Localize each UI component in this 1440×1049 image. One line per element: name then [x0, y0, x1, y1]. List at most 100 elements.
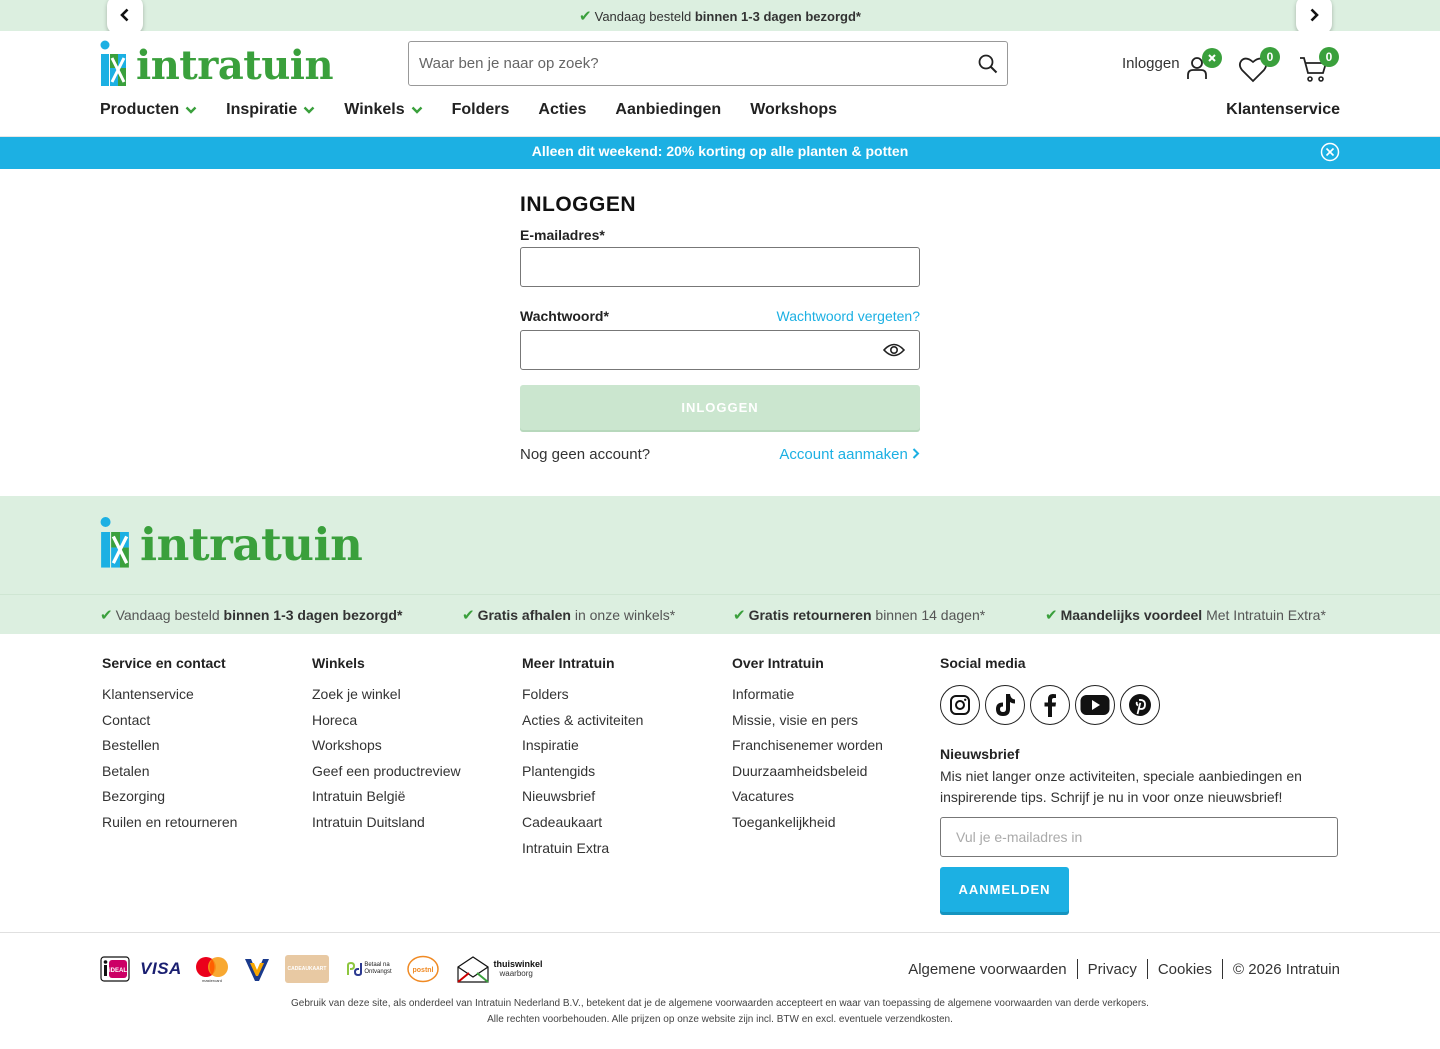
nav-klantenservice[interactable]: Klantenservice — [1226, 101, 1340, 119]
footer-col-over: Over Intratuin Informatie Missie, visie … — [732, 655, 883, 836]
footer-link[interactable]: Ruilen en retourneren — [102, 810, 237, 836]
usp-returns: ✔ Gratis retourneren binnen 14 dagen* — [733, 607, 986, 624]
password-field[interactable] — [521, 331, 919, 369]
footer-link[interactable]: Workshops — [312, 733, 461, 759]
footer-link[interactable]: Bestellen — [102, 733, 237, 759]
check-icon: ✔ — [462, 607, 475, 624]
newsletter-email-input[interactable] — [941, 818, 1337, 856]
footer-link[interactable]: Vacatures — [732, 784, 883, 810]
footer-link[interactable]: Betalen — [102, 759, 237, 785]
postnl-icon: postnl — [407, 955, 439, 983]
footer-link[interactable]: Cadeaukaart — [522, 810, 643, 836]
youtube-link[interactable] — [1075, 685, 1115, 725]
thuiswinkel-icon — [457, 956, 490, 983]
footer-col-winkels: Winkels Zoek je winkel Horeca Workshops … — [312, 655, 461, 836]
mastercard-logo: mastercard — [193, 954, 231, 984]
email-field[interactable] — [521, 248, 919, 286]
cart-count-badge: 0 — [1319, 47, 1339, 67]
instagram-link[interactable] — [940, 685, 980, 725]
footer-link[interactable]: Toegankelijkheid — [732, 810, 883, 836]
footer-link[interactable]: Intratuin Extra — [522, 836, 643, 862]
nav-folders[interactable]: Folders — [452, 101, 510, 119]
nav-acties[interactable]: Acties — [538, 101, 586, 119]
nav-inspiratie[interactable]: Inspiratie — [226, 101, 315, 119]
login-submit-button[interactable]: INLOGGEN — [520, 385, 920, 430]
footer-link[interactable]: Contact — [102, 708, 237, 734]
nav-producten[interactable]: Producten — [100, 101, 197, 119]
nav-winkels[interactable]: Winkels — [344, 101, 422, 119]
footer-link[interactable]: Horeca — [312, 708, 461, 734]
social-icons — [940, 685, 1160, 725]
footer-link[interactable]: Geef een productreview — [312, 759, 461, 785]
nav-aanbiedingen[interactable]: Aanbiedingen — [615, 101, 721, 119]
email-label: E-mailadres* — [520, 227, 605, 243]
footer-link[interactable]: Klantenservice — [102, 682, 237, 708]
site-header: intratuin Inloggen 0 0 Producten Inspira… — [0, 31, 1440, 137]
footer-link[interactable]: Franchisenemer worden — [732, 733, 883, 759]
footer-logo-band: intratuin — [0, 496, 1440, 594]
cart-button[interactable]: 0 — [1299, 47, 1339, 88]
intratuin-logo[interactable]: intratuin — [100, 40, 334, 86]
footer-col-title: Winkels — [312, 655, 365, 671]
search-input[interactable] — [409, 42, 949, 85]
wishlist-button[interactable]: 0 — [1238, 47, 1280, 88]
footer-link[interactable]: Intratuin België — [312, 784, 461, 810]
account-button[interactable] — [1186, 48, 1222, 85]
facebook-link[interactable] — [1030, 685, 1070, 725]
postnl-logo: postnl — [407, 954, 439, 984]
footer-col-title: Over Intratuin — [732, 655, 824, 671]
close-circle-icon[interactable] — [1320, 142, 1340, 162]
footer-col-meer: Meer Intratuin Folders Acties & activite… — [522, 655, 643, 861]
tiktok-link[interactable] — [985, 685, 1025, 725]
create-account-link[interactable]: Account aanmaken — [779, 446, 920, 463]
main-nav: Producten Inspiratie Winkels Folders Act… — [100, 101, 866, 119]
usp-next-button[interactable] — [1296, 0, 1332, 34]
facebook-icon — [1044, 694, 1056, 717]
forgot-password-link[interactable]: Wachtwoord vergeten? — [777, 308, 920, 328]
link-separator — [1076, 959, 1078, 979]
footer-link[interactable]: Missie, visie en pers — [732, 708, 883, 734]
footer-link[interactable]: Acties & activiteiten — [522, 708, 643, 734]
login-link[interactable]: Inloggen — [1122, 55, 1180, 72]
footer-link[interactable]: Duurzaamheidsbeleid — [732, 759, 883, 785]
footer-link[interactable]: Bezorging — [102, 784, 237, 810]
usp-delivery: ✔ Vandaag besteld binnen 1-3 dagen bezorg… — [100, 607, 403, 624]
footer-link[interactable]: Intratuin Duitsland — [312, 810, 461, 836]
newsletter-submit-button[interactable]: AANMELDEN — [940, 867, 1069, 912]
footer-link[interactable]: Informatie — [732, 682, 883, 708]
promo-text[interactable]: Alleen dit weekend: 20% korting op alle … — [532, 143, 909, 159]
newsletter-input-box — [940, 817, 1338, 857]
search-icon[interactable] — [977, 53, 999, 75]
nav-workshops[interactable]: Workshops — [750, 101, 837, 119]
footer-link[interactable]: Folders — [522, 682, 643, 708]
afterpay-logo: Betaal na Ontvangst — [342, 954, 396, 984]
login-title: INLOGGEN — [520, 193, 637, 216]
check-icon: ✔ — [579, 8, 592, 25]
privacy-link[interactable]: Privacy — [1088, 961, 1137, 978]
login-form: INLOGGEN E-mailadres* Wachtwoord* Wachtw… — [520, 193, 920, 463]
terms-link[interactable]: Algemene voorwaarden — [908, 961, 1066, 978]
logo-mark-icon — [100, 40, 126, 86]
promo-banner: Alleen dit weekend: 20% korting op alle … — [0, 137, 1440, 169]
chevron-down-icon — [411, 106, 422, 114]
password-label: Wachtwoord* — [520, 308, 609, 324]
usp-message: ✔ Vandaag besteld binnen 1-3 dagen bezorg… — [579, 8, 861, 25]
password-label-row: Wachtwoord* Wachtwoord vergeten? — [520, 308, 920, 328]
disclaimer-line-1: Gebruik van deze site, als onderdeel van… — [291, 998, 1149, 1009]
check-icon: ✔ — [733, 607, 746, 624]
youtube-icon — [1080, 695, 1110, 715]
instagram-icon — [950, 695, 970, 715]
footer-usp-bar: ✔ Vandaag besteld binnen 1-3 dagen bezorg… — [0, 594, 1440, 634]
cookies-link[interactable]: Cookies — [1158, 961, 1212, 978]
pinterest-link[interactable] — [1120, 685, 1160, 725]
footer-link[interactable]: Plantengids — [522, 759, 643, 785]
vvv-icon — [245, 959, 269, 981]
eye-icon[interactable] — [883, 342, 905, 358]
footer-link[interactable]: Zoek je winkel — [312, 682, 461, 708]
footer-link[interactable]: Nieuwsbrief — [522, 784, 643, 810]
footer-link[interactable]: Inspiratie — [522, 733, 643, 759]
vvv-logo — [242, 954, 272, 984]
social-title: Social media — [940, 655, 1026, 671]
footer-intratuin-logo[interactable]: intratuin — [100, 516, 363, 568]
chevron-right-icon — [1310, 8, 1319, 22]
